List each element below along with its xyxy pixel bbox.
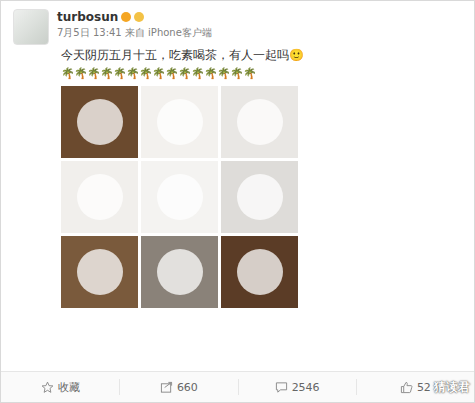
photo[interactable] (61, 86, 138, 158)
photo[interactable] (141, 161, 218, 233)
action-button[interactable]: 收藏 (1, 379, 119, 395)
action-bar: 收藏 660 2546 52 猜读君 (1, 371, 474, 402)
post-text: 今天阴历五月十五，吃素喝茶，有人一起吗🙂 (61, 47, 464, 63)
like-icon (400, 381, 413, 394)
photo[interactable] (61, 236, 138, 308)
action-button[interactable]: 2546 (238, 379, 356, 395)
post-meta: 7月5日 13:41 来自 iPhone客户端 (57, 26, 212, 40)
vip-badge-icon (121, 12, 131, 22)
weibo-post: turbosun 7月5日 13:41 来自 iPhone客户端 今天阴历五月十… (0, 0, 475, 403)
level-badge-icon (134, 12, 144, 22)
photo[interactable] (141, 86, 218, 158)
author-info: turbosun 7月5日 13:41 来自 iPhone客户端 (57, 9, 212, 45)
username[interactable]: turbosun (57, 10, 118, 24)
photo[interactable] (141, 236, 218, 308)
action-button[interactable]: 660 (119, 379, 237, 395)
post-body: 今天阴历五月十五，吃素喝茶，有人一起吗🙂 🌴🌴🌴🌴🌴🌴🌴🌴🌴🌴🌴🌴🌴🌴🌴 (1, 45, 474, 308)
avatar-icon[interactable] (13, 9, 49, 45)
emoji-row: 🌴🌴🌴🌴🌴🌴🌴🌴🌴🌴🌴🌴🌴🌴🌴 (61, 66, 464, 81)
share-icon (160, 381, 173, 394)
photo[interactable] (221, 161, 298, 233)
watermark: 猜读君 (434, 379, 470, 396)
photo[interactable] (221, 86, 298, 158)
post-header: turbosun 7月5日 13:41 来自 iPhone客户端 (1, 1, 474, 45)
comment-icon (275, 381, 288, 394)
photo[interactable] (221, 236, 298, 308)
photo-grid (61, 86, 464, 308)
star-icon (41, 381, 54, 394)
photo[interactable] (61, 161, 138, 233)
